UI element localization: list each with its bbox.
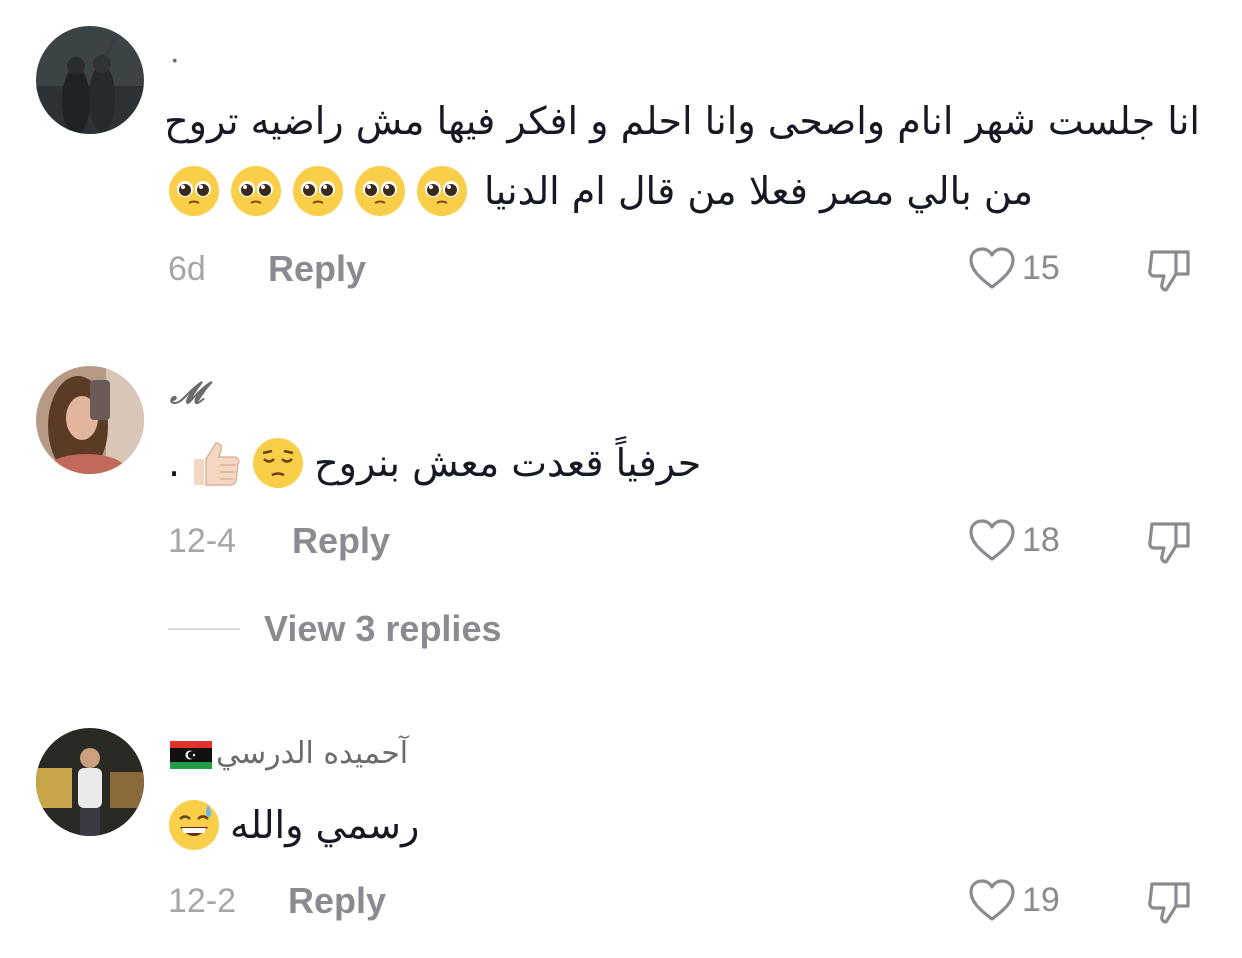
comment-text: . حرفياً قعدت معش بنروح [168, 428, 1208, 498]
pleading-face-emoji [416, 165, 468, 217]
dislike-button[interactable] [1146, 878, 1194, 926]
comment-text-line: رسمي والله [168, 790, 1208, 860]
like-count: 18 [1022, 520, 1060, 559]
dislike-button[interactable] [1146, 518, 1194, 566]
like-button[interactable]: 18 [968, 518, 1060, 562]
comment-text-body: حرفياً قعدت معش بنروح [314, 441, 702, 485]
comment-text-line: انا جلست شهر انام واصحى وانا احلم و افكر… [164, 99, 1200, 143]
comment-text-line: . حرفياً قعدت معش بنروح [168, 428, 1208, 498]
view-replies-label: View 3 replies [264, 608, 502, 649]
view-replies-button[interactable]: View 3 replies [168, 608, 501, 650]
grinning-sweat-face-emoji [168, 799, 220, 851]
thumbs-down-icon [1148, 882, 1190, 924]
username-text: آحميده الدرسي [216, 736, 409, 771]
username[interactable]: 𝓜 [170, 376, 204, 411]
avatar[interactable] [36, 26, 144, 134]
like-count: 19 [1022, 880, 1060, 919]
dislike-button[interactable] [1146, 246, 1194, 294]
comment-1: · انا جلست شهر انام واصحى وانا احلم و اف… [0, 0, 1242, 330]
heart-icon [969, 247, 1015, 289]
like-button[interactable]: 15 [968, 246, 1060, 290]
comment-text-line: من بالي مصر فعلا من قال ام الدنيا [168, 156, 1208, 226]
timestamp: 12-2 [168, 882, 237, 920]
username[interactable]: آحميده الدرسي [170, 736, 408, 771]
avatar[interactable] [36, 728, 144, 836]
comment-text: رسمي والله [168, 790, 1208, 860]
like-count: 15 [1022, 248, 1060, 287]
comment-text-body: رسمي والله [230, 803, 420, 847]
timestamp: 12-4 [168, 522, 237, 560]
pleading-face-emoji [168, 165, 220, 217]
like-button[interactable]: 19 [968, 878, 1060, 922]
comment-text: انا جلست شهر انام واصحى وانا احلم و افكر… [164, 86, 1208, 226]
divider [168, 628, 240, 630]
thumbs-up-light-skin-emoji [190, 437, 242, 489]
avatar[interactable] [36, 366, 144, 474]
reply-button[interactable]: Reply [288, 880, 386, 922]
thumbs-down-icon [1148, 522, 1190, 564]
pleading-face-emoji [230, 165, 282, 217]
comment-text-line-2: من بالي مصر فعلا من قال ام الدنيا [484, 169, 1034, 213]
heart-icon [969, 519, 1015, 561]
trailing-dot: . [168, 441, 181, 485]
reply-button[interactable]: Reply [268, 248, 366, 290]
pleading-face-emoji [354, 165, 406, 217]
username[interactable]: · [170, 44, 180, 79]
pleading-face-emoji [292, 165, 344, 217]
thumbs-down-icon [1148, 250, 1190, 292]
libya-flag-icon [170, 740, 212, 769]
pensive-face-emoji [252, 437, 304, 489]
timestamp: 6d [168, 250, 206, 288]
reply-button[interactable]: Reply [292, 520, 390, 562]
heart-icon [969, 879, 1015, 921]
